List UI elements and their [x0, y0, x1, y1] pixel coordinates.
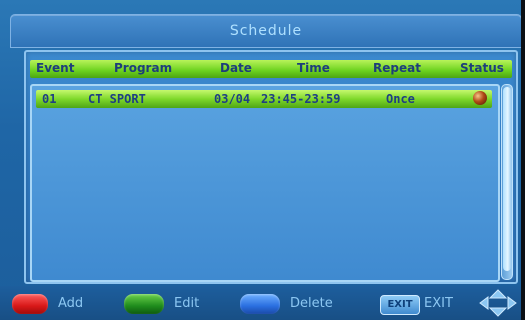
header-program: Program	[114, 61, 173, 75]
header-repeat: Repeat	[373, 61, 421, 75]
row-program: CT SPORT	[88, 92, 146, 106]
blue-key-icon	[240, 294, 280, 314]
exit-button[interactable]: EXIT EXIT	[380, 294, 470, 315]
scrollbar[interactable]	[501, 84, 513, 280]
delete-button[interactable]: Delete	[240, 294, 360, 314]
footer-bar: Add Edit Delete EXIT EXIT	[0, 286, 525, 320]
navigation-pad-icon[interactable]	[478, 288, 518, 318]
page-title: Schedule	[229, 23, 303, 39]
add-label: Add	[58, 296, 84, 311]
header-status: Status	[460, 61, 504, 75]
row-repeat: Once	[386, 92, 415, 106]
header-time: Time	[297, 61, 330, 75]
schedule-screen: Schedule Event Program Date Time Repeat …	[0, 0, 525, 320]
add-button[interactable]: Add	[12, 294, 102, 314]
red-key-icon	[12, 294, 48, 314]
table-row[interactable]: 01 CT SPORT 03/04 23:45-23:59 Once	[36, 90, 492, 108]
row-event: 01	[42, 92, 57, 106]
exit-label: EXIT	[424, 296, 453, 311]
green-key-icon	[124, 294, 164, 314]
row-time: 23:45-23:59	[261, 92, 341, 106]
recording-status-icon	[473, 91, 487, 105]
exit-key-icon: EXIT	[380, 295, 420, 315]
table-header: Event Program Date Time Repeat Status	[30, 60, 512, 78]
edit-button[interactable]: Edit	[124, 294, 224, 314]
header-event: Event	[36, 61, 75, 75]
edit-label: Edit	[174, 296, 200, 311]
schedule-list: 01 CT SPORT 03/04 23:45-23:59 Once	[30, 84, 500, 282]
header-date: Date	[220, 61, 252, 75]
delete-label: Delete	[290, 296, 333, 311]
scroll-thumb[interactable]	[503, 87, 511, 271]
schedule-panel: Event Program Date Time Repeat Status 01…	[24, 50, 518, 284]
row-date: 03/04	[214, 92, 251, 106]
title-bar: Schedule	[10, 14, 522, 48]
screen-bezel	[521, 0, 525, 320]
